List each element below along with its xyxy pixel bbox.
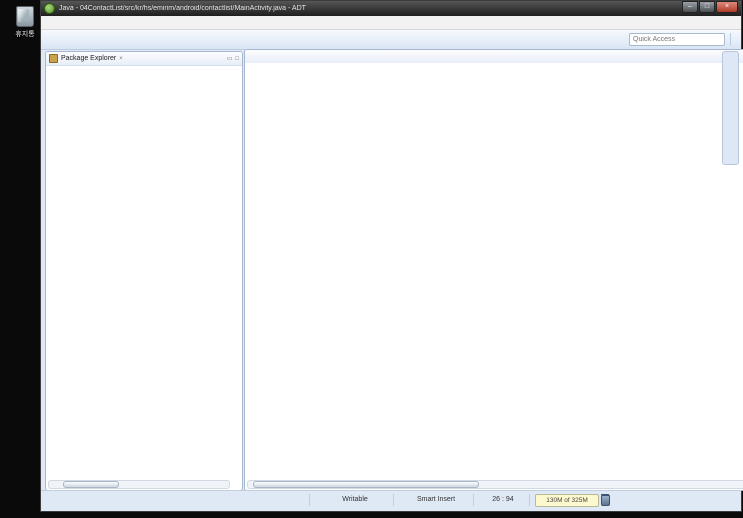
package-explorer-hscrollbar[interactable]: [48, 480, 230, 489]
quick-access-input[interactable]: [629, 33, 725, 46]
view-minimize-icon[interactable]: ▭: [227, 55, 233, 62]
run-gc-button[interactable]: [601, 494, 610, 506]
recycle-bin-label: 휴지통: [15, 31, 35, 38]
menu-bar: [41, 16, 741, 30]
title-bar[interactable]: Java - 04ContactList/src/kr/hs/emirim/an…: [41, 1, 741, 16]
toolbar-separator: [730, 33, 731, 46]
minimize-button[interactable]: –: [682, 1, 698, 13]
status-bar: Writable Smart Insert 26 : 94 130M of 32…: [41, 490, 741, 510]
project-tree: [46, 74, 242, 481]
code-editor[interactable]: [245, 63, 743, 482]
fast-view-bar: [722, 51, 739, 165]
window-title: Java - 04ContactList/src/kr/hs/emirim/an…: [59, 5, 306, 12]
eclipse-window: Java - 04ContactList/src/kr/hs/emirim/an…: [40, 0, 743, 512]
input-mode-status: Smart Insert: [416, 496, 456, 503]
toolbar: [41, 30, 741, 50]
package-explorer-tab[interactable]: Package Explorer: [61, 55, 116, 62]
view-close-icon[interactable]: ×: [119, 56, 123, 62]
maximize-button[interactable]: □: [699, 1, 715, 13]
editor-panel: [244, 49, 743, 491]
package-explorer-icon: [49, 54, 58, 63]
editor-hscrollbar[interactable]: [247, 480, 743, 489]
close-button[interactable]: ×: [716, 1, 738, 13]
view-maximize-icon[interactable]: □: [235, 56, 239, 62]
writable-status: Writable: [342, 496, 368, 503]
package-explorer-panel: Package Explorer × ▭ □: [45, 51, 243, 491]
caret-position: 26 : 94: [492, 496, 514, 503]
recycle-bin-icon: [16, 6, 34, 27]
app-icon: [44, 3, 55, 14]
heap-status: 130M of 325M: [535, 494, 599, 507]
recycle-bin[interactable]: 휴지통: [8, 6, 42, 39]
